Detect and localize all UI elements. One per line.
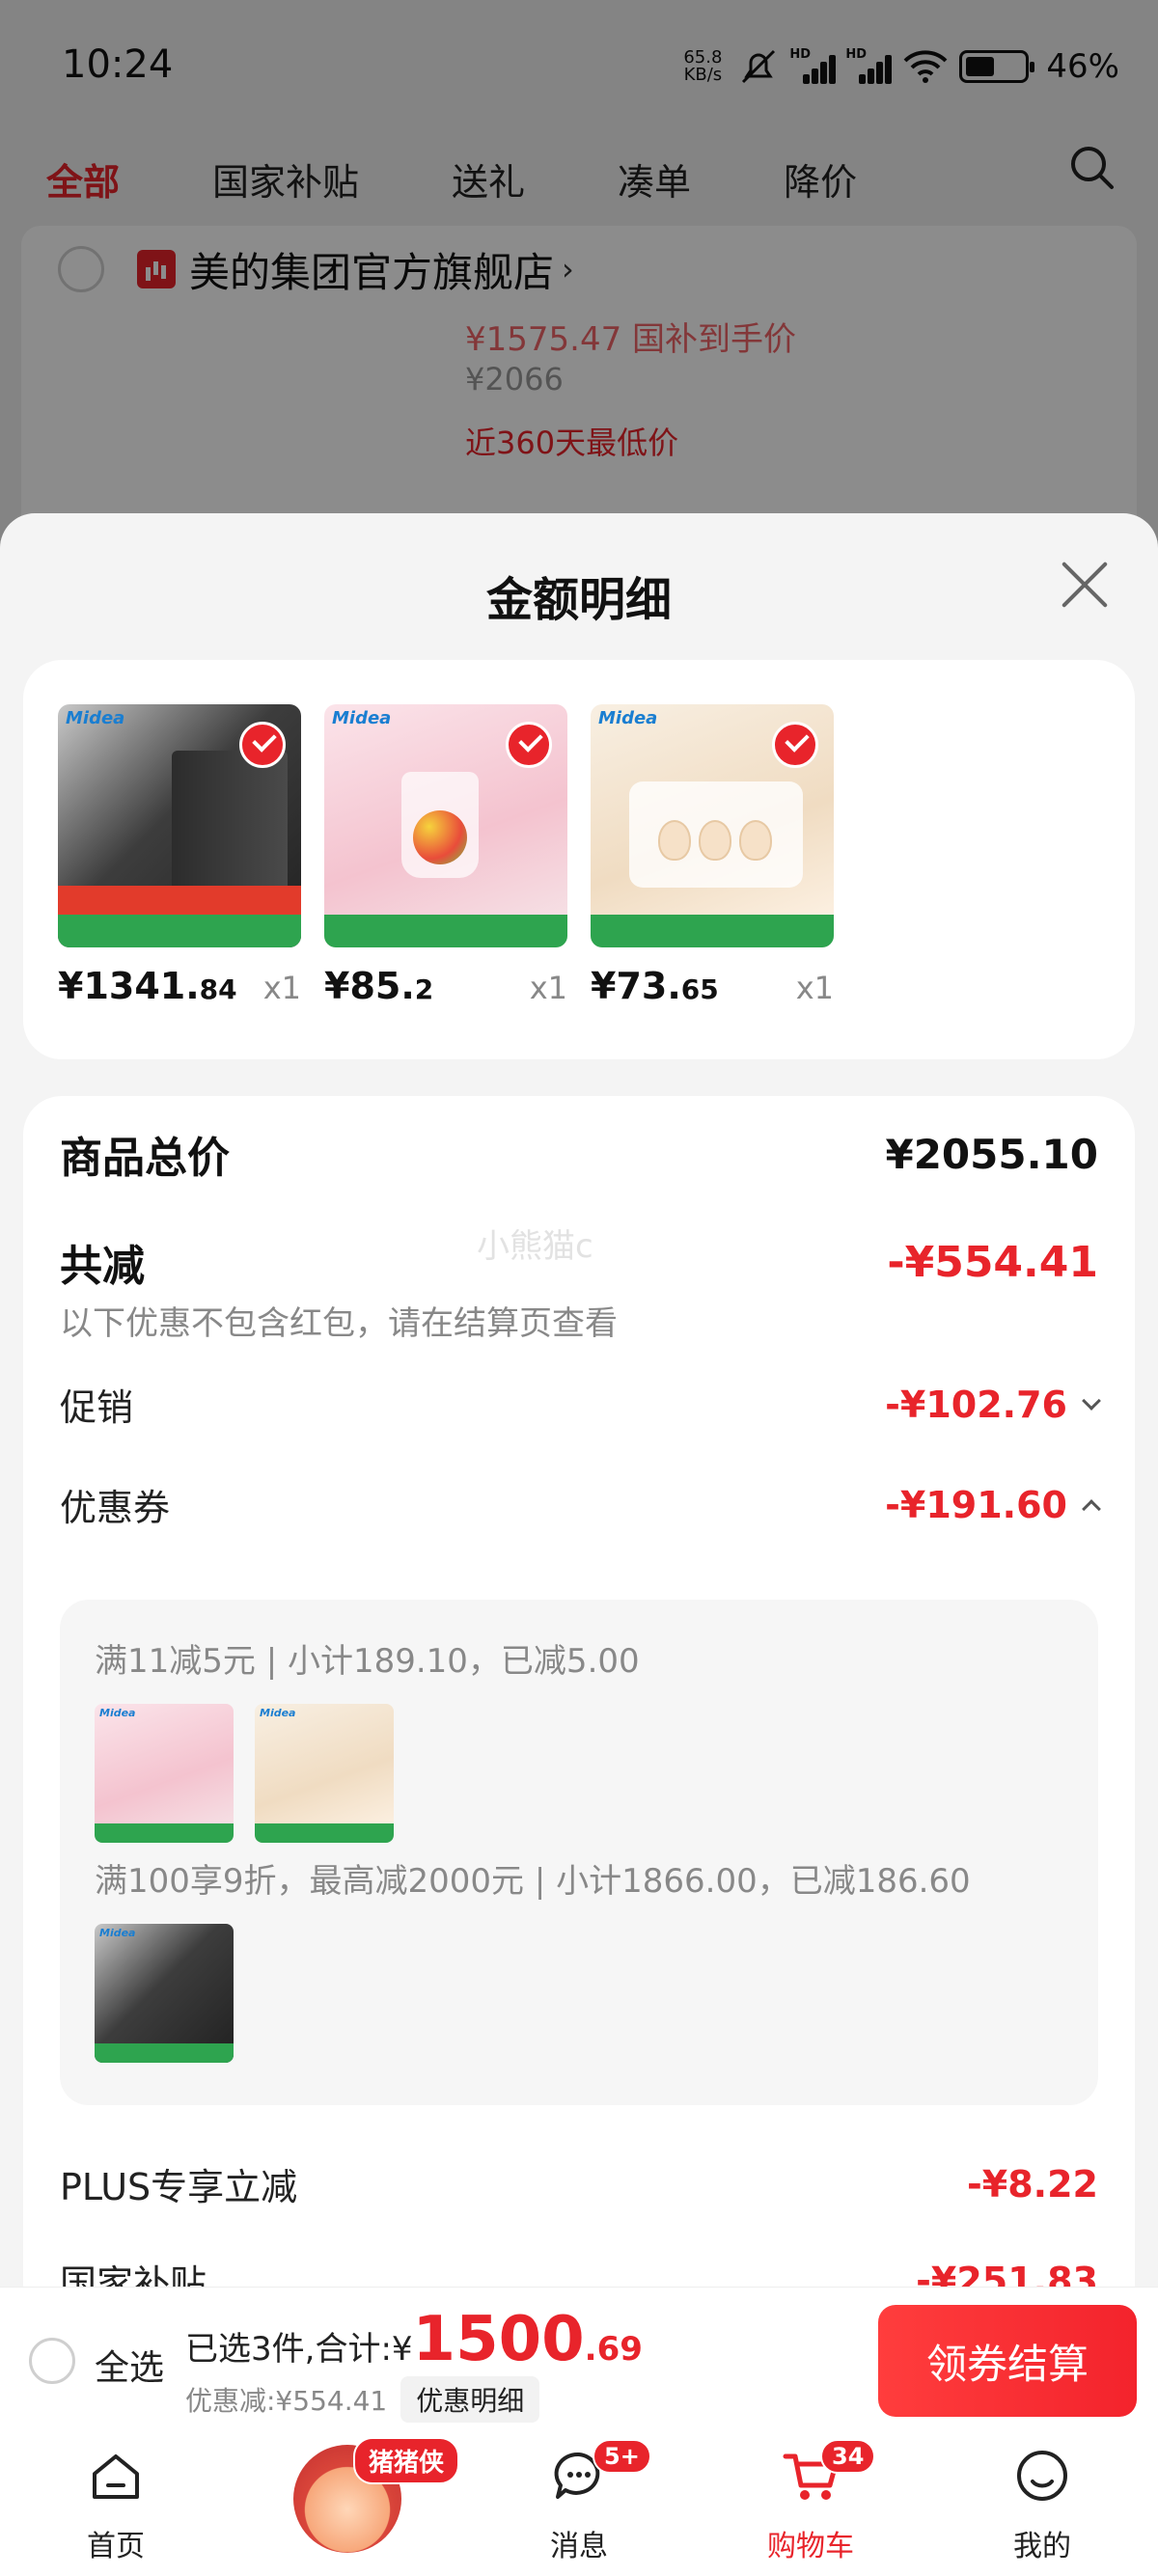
product-item[interactable]: Midea ¥85.2 x1 (324, 704, 567, 1007)
coupon-rule-2: 满100享9折，最高减2000元 | 小计1866.00，已减186.60 (95, 1862, 971, 1901)
promo-value: -¥102.76 (885, 1383, 1067, 1426)
tab-home[interactable]: 首页 (0, 2429, 232, 2576)
total-label: 商品总价 (60, 1134, 230, 1183)
profile-icon (1017, 2451, 1067, 2501)
home-icon (93, 2454, 139, 2499)
chevron-down-icon[interactable] (1082, 1390, 1101, 1411)
checkout-button[interactable]: 领券结算 (878, 2305, 1137, 2417)
total-amount-dec: .69 (584, 2330, 643, 2369)
product-image-blender[interactable]: Midea (324, 704, 567, 947)
product-price: ¥85.2 (324, 965, 434, 1007)
product-image-egg-cooker[interactable]: Midea (591, 704, 834, 947)
product-price: ¥1341.84 (58, 965, 237, 1007)
coupon-product-water-heater: Midea (95, 1924, 234, 2063)
chevron-up-icon[interactable] (1082, 1498, 1101, 1519)
close-icon[interactable] (1058, 558, 1112, 612)
message-badge: 5+ (593, 2439, 651, 2474)
selected-check-icon[interactable] (239, 722, 286, 768)
total-row: 商品总价 ¥2055.10 (60, 1123, 1098, 1185)
mascot-badge: 猪猪侠 (353, 2437, 460, 2484)
cart-badge: 34 (820, 2439, 876, 2474)
coupon-product-egg-cooker: Midea (255, 1704, 394, 1843)
select-all-radio[interactable] (29, 2338, 75, 2384)
product-qty: x1 (529, 970, 567, 1006)
discount-note: 以下优惠不包含红包，请在结算页查看 (60, 1304, 618, 1343)
product-image-water-heater[interactable]: Midea (58, 704, 301, 947)
selected-count-label: 已选3件,合计:¥ (185, 2330, 413, 2369)
selected-check-icon[interactable] (772, 722, 818, 768)
coupon-details: 满11减5元 | 小计189.10，已减5.00 Midea Midea 满10… (60, 1600, 1098, 2105)
product-item[interactable]: Midea ¥1341.84 x1 (58, 704, 301, 1007)
product-price: ¥73.65 (591, 965, 719, 1007)
sheet-title: 金额明细 (485, 573, 672, 627)
tab-profile[interactable]: 我的 (926, 2429, 1158, 2576)
checkout-bar: 全选 已选3件,合计:¥ 1500 .69 优惠减:¥554.41 优惠明细 领… (0, 2287, 1158, 2429)
total-amount-int: 1500 (412, 2304, 585, 2375)
dim-overlay[interactable] (0, 0, 1158, 540)
coupon-row[interactable]: 优惠券 -¥191.60 (60, 1478, 1101, 1531)
tab-messages[interactable]: 5+ 消息 (463, 2429, 695, 2576)
background-page: 10:24 65.8 KB/s HD HD 46% 全部 国家补贴 送礼 凑单 … (0, 0, 1158, 544)
amount-detail-sheet: 金额明细 Midea ¥1341.84 x1 Midea ¥85.2 x1 Mi… (0, 513, 1158, 2576)
product-item[interactable]: Midea ¥73.65 x1 (591, 704, 834, 1007)
plus-value: -¥8.22 (967, 2162, 1098, 2206)
select-all-label[interactable]: 全选 (95, 2340, 164, 2390)
products-card: Midea ¥1341.84 x1 Midea ¥85.2 x1 Midea ¥… (23, 660, 1135, 1059)
total-value: ¥2055.10 (885, 1130, 1098, 1178)
plus-row: PLUS专享立减 -¥8.22 (60, 2157, 1098, 2210)
plus-label: PLUS专享立减 (60, 2166, 298, 2208)
promo-label: 促销 (60, 1386, 134, 1429)
coupon-label: 优惠券 (60, 1487, 171, 1529)
selected-check-icon[interactable] (506, 722, 552, 768)
coupon-rule-1: 满11减5元 | 小计189.10，已减5.00 (95, 1642, 640, 1681)
discount-detail-button[interactable]: 优惠明细 (400, 2376, 540, 2423)
checkout-summary: 已选3件,合计:¥ 1500 .69 优惠减:¥554.41 优惠明细 (185, 2305, 643, 2423)
promo-row[interactable]: 促销 -¥102.76 (60, 1378, 1101, 1431)
discount-summary: 优惠减:¥554.41 (185, 2385, 388, 2417)
tab-cart[interactable]: 34 购物车 (695, 2429, 926, 2576)
product-qty: x1 (262, 970, 301, 1006)
discount-value: -¥554.41 (887, 1237, 1098, 1287)
discount-label: 共减 (60, 1242, 145, 1291)
tab-mascot[interactable]: 猪猪侠 (232, 2429, 463, 2576)
bottom-tabbar: 首页 猪猪侠 5+ 消息 34 购物车 我的 (0, 2429, 1158, 2576)
discount-row: 共减 -¥554.41 (60, 1231, 1098, 1293)
product-qty: x1 (795, 970, 834, 1006)
coupon-product-blender: Midea (95, 1704, 234, 1843)
coupon-value: -¥191.60 (885, 1483, 1067, 1526)
